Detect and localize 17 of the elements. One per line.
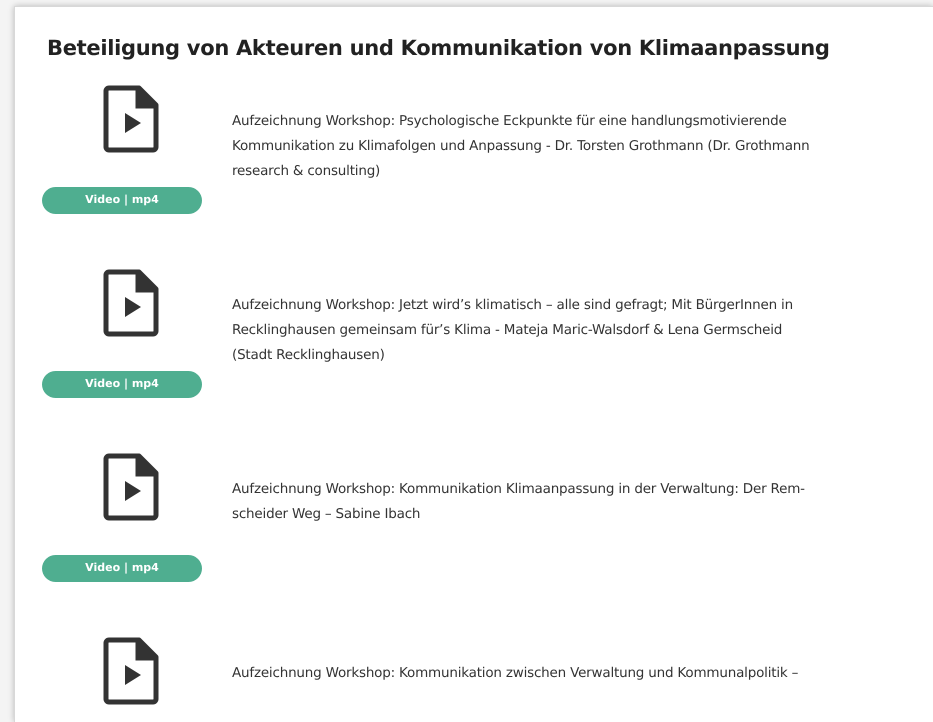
- recording-title-line: (Stadt Recklinghausen): [232, 346, 386, 364]
- video-file-icon[interactable]: [103, 452, 159, 520]
- video-file-icon[interactable]: [103, 84, 159, 152]
- recording-title-line: Aufzeichnung Workshop: Jetzt wird’s klimatisch – alle sind gefragt; Mit BürgerInnen in: [232, 296, 793, 314]
- video-file-icon[interactable]: [103, 636, 159, 704]
- recording-title-line: Aufzeichnung Workshop: Psychologische Eckpunkte für eine handlungsmotivierende: [232, 112, 788, 130]
- format-badge[interactable]: Video | mp4: [42, 554, 202, 582]
- recording-title-line: Recklinghausen gemeinsam für’s Klima - Mateja Maric-Walsdorf & Lena Germscheid: [232, 320, 784, 340]
- recording-title-line: Aufzeichnung Workshop: Kommunikation zwischen Verwaltung und Kommunalpolitik –: [232, 664, 798, 682]
- recording-title-line: scheider Weg – Sabine Ibach: [232, 504, 422, 524]
- recording-title-line: research & consulting): [232, 162, 382, 180]
- video-file-icon[interactable]: [103, 268, 159, 336]
- section-heading: Beteiligung von Akteuren und Kommunikation von Klimaanpassung: [47, 35, 831, 62]
- format-badge[interactable]: Video | mp4: [42, 370, 202, 398]
- recording-title-line: Kommunikation zu Klimafolgen und Anpassung - Dr. Torsten Grothmann (Dr. Grothmann: [232, 136, 810, 156]
- recording-title-line: Aufzeichnung Workshop: Kommunikation Klimaanpassung in der Verwaltung: Der Rem-: [232, 480, 805, 498]
- format-badge[interactable]: Video | mp4: [42, 186, 202, 214]
